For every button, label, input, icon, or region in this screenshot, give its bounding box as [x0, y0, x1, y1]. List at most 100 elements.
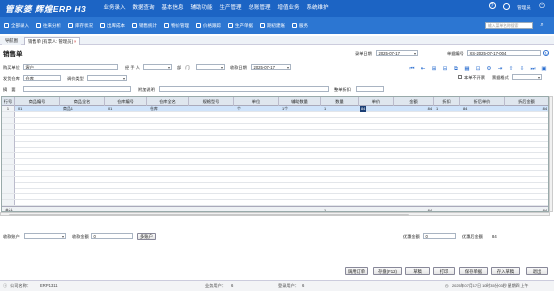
last-icon[interactable]: ⏭ [530, 66, 536, 72]
next-icon[interactable]: ⇥ [497, 66, 503, 72]
down-icon[interactable]: ⇩ [519, 66, 525, 72]
cell-price[interactable]: 84 [360, 106, 367, 112]
buyer-field[interactable]: 客户 [23, 64, 118, 70]
whole-discount-field[interactable] [356, 86, 384, 92]
cell-aux-qty[interactable]: 1个 [282, 106, 288, 112]
close-icon[interactable]: × [74, 39, 77, 44]
print-format-label: 票据格式 [492, 75, 509, 80]
save-doc-button[interactable]: 保存单据 [459, 267, 488, 275]
quick-price-manage[interactable]: 物价管理 [164, 23, 189, 29]
filter-icon[interactable]: ⊡ [475, 66, 481, 72]
menu-system[interactable]: 系统维护 [303, 0, 332, 17]
copy-icon[interactable]: ⧉ [453, 66, 459, 72]
exit-button[interactable]: 退出 [526, 267, 548, 275]
horizontal-scrollbar[interactable] [0, 212, 550, 216]
quick-sales-stats[interactable]: 销售统计 [132, 23, 157, 29]
scroll-thumb[interactable] [9, 213, 409, 216]
col-spec[interactable]: 规格型号 [189, 97, 234, 106]
attach-field[interactable] [159, 86, 329, 92]
col-discount[interactable]: 折扣 [434, 97, 460, 106]
menu-search-input[interactable]: 输入菜单名称搜索 [485, 22, 533, 29]
cell-disc-price[interactable]: 84 [463, 106, 467, 112]
power-icon[interactable]: ⏻ [538, 3, 546, 11]
cell-product-name[interactable]: 商品1 [63, 106, 73, 112]
menu-basic-info[interactable]: 基本信息 [158, 0, 187, 17]
no-invoice-checkbox[interactable] [458, 75, 462, 79]
line-items-grid[interactable]: 行号 商品编号 商品全名 仓库编号 仓库全名 规格型号 单位 辅助数量 数量 单… [1, 96, 549, 212]
col-product-code[interactable]: 商品编号 [15, 97, 60, 106]
draft-button[interactable]: 草稿 [405, 267, 430, 275]
quick-production-docs[interactable]: 生产单据 [228, 23, 253, 29]
quick-price-track[interactable]: 价格跟踪 [196, 23, 221, 29]
settings-icon[interactable]: ⚙ [486, 66, 492, 72]
col-warehouse-code[interactable]: 仓库编号 [105, 97, 147, 106]
order-date-field[interactable]: 2025-07-17 [376, 50, 418, 56]
cell-warehouse-code[interactable]: 01 [108, 106, 112, 112]
col-warehouse-name[interactable]: 仓库全名 [147, 97, 189, 106]
help-icon[interactable]: ? [486, 2, 498, 9]
cell-unit[interactable]: 个 [237, 106, 241, 112]
first-icon[interactable]: ⏮ [409, 66, 415, 72]
quick-toolbar: 全部录入 往来分析 库存状况 出库成本 销售统计 物价管理 价格跟踪 生产单据 … [0, 17, 554, 34]
menu-value-added[interactable]: 增值业务 [274, 0, 303, 17]
handler-field[interactable] [143, 64, 172, 70]
pay-account-field[interactable] [24, 233, 66, 239]
summary-field[interactable] [23, 86, 131, 92]
search-icon[interactable]: ⌕ [538, 21, 546, 29]
vertical-scrollbar[interactable] [549, 96, 553, 212]
tab-navigation[interactable]: 导航图 [2, 37, 21, 45]
cell-disc-amount[interactable]: 84 [505, 106, 547, 112]
menu-business-entry[interactable]: 业务录入 [100, 0, 129, 17]
col-disc-price[interactable]: 折后单价 [460, 97, 505, 106]
menu-data-query[interactable]: 数据查询 [129, 0, 158, 17]
grid-icon[interactable]: ▦ [464, 66, 470, 72]
cell-product-code[interactable]: 01 [18, 106, 22, 112]
warehouse-field[interactable]: 仓库 [23, 75, 61, 81]
call-order-button[interactable]: 调用订单 [345, 267, 368, 275]
quick-account-analysis[interactable]: 往来分析 [36, 23, 61, 29]
menu-aux-functions[interactable]: 辅助功能 [187, 0, 216, 17]
menu-production[interactable]: 生产管理 [216, 0, 245, 17]
receive-date-label: 收款日期 [230, 65, 247, 70]
print-format-field[interactable] [512, 74, 542, 80]
tab-sales-order[interactable]: 销售单 [有票人: 管理员] × [24, 37, 81, 45]
quick-outbound-cost[interactable]: 出库成本 [100, 23, 125, 29]
col-qty[interactable]: 数量 [321, 97, 359, 106]
cell-discount[interactable]: 1 [436, 106, 438, 112]
col-product-name[interactable]: 商品全名 [60, 97, 105, 106]
col-unit[interactable]: 单位 [234, 97, 279, 106]
doc-no-field[interactable]: XS-2025-07-17-004 [467, 50, 541, 56]
no-invoice-label: 本单不开票 [464, 75, 485, 80]
receive-date-field[interactable]: 2025-07-17 [251, 64, 291, 70]
col-amount[interactable]: 金额 [394, 97, 434, 106]
dept-field[interactable] [196, 64, 225, 70]
refresh-icon[interactable]: ↻ [543, 50, 549, 56]
tax-state-field[interactable] [87, 75, 127, 81]
pay-amount-label: 收款金额 [72, 234, 89, 239]
add-row-icon[interactable]: ⊞ [431, 66, 437, 72]
save-draft-button[interactable]: 存入草稿 [491, 267, 520, 275]
cell-qty[interactable]: 1 [324, 106, 326, 112]
col-price[interactable]: 单价 [359, 97, 394, 106]
quick-all-entry[interactable]: 全部录入 [4, 23, 29, 29]
save-f12-button[interactable]: 存盘(F12) [373, 267, 402, 275]
col-aux-qty[interactable]: 辅助数量 [279, 97, 321, 106]
cell-warehouse-name[interactable]: 仓库 [150, 106, 158, 112]
up-icon[interactable]: ⇧ [508, 66, 514, 72]
col-disc-amount[interactable]: 折后金额 [505, 97, 548, 106]
delete-row-icon[interactable]: ⊟ [442, 66, 448, 72]
multi-account-button[interactable]: 多账户 [137, 233, 156, 240]
pay-amount-field[interactable]: 0 [91, 233, 133, 239]
operator-value: 6 [231, 283, 234, 288]
quick-service[interactable]: 服务 [292, 23, 308, 29]
discount-field[interactable]: 0 [423, 233, 456, 239]
quick-opening-setup[interactable]: 期初建账 [260, 23, 285, 29]
menu-ledger[interactable]: 总账管理 [245, 0, 274, 17]
prev-icon[interactable]: ⇤ [420, 66, 426, 72]
production-icon [228, 23, 233, 28]
quick-stock-status[interactable]: 库存状况 [68, 23, 93, 29]
image-icon[interactable]: ▣ [541, 66, 547, 72]
print-button[interactable]: 打印 [433, 267, 455, 275]
cell-amount[interactable]: 84 [394, 106, 432, 112]
col-row-no[interactable]: 行号 [2, 97, 15, 106]
